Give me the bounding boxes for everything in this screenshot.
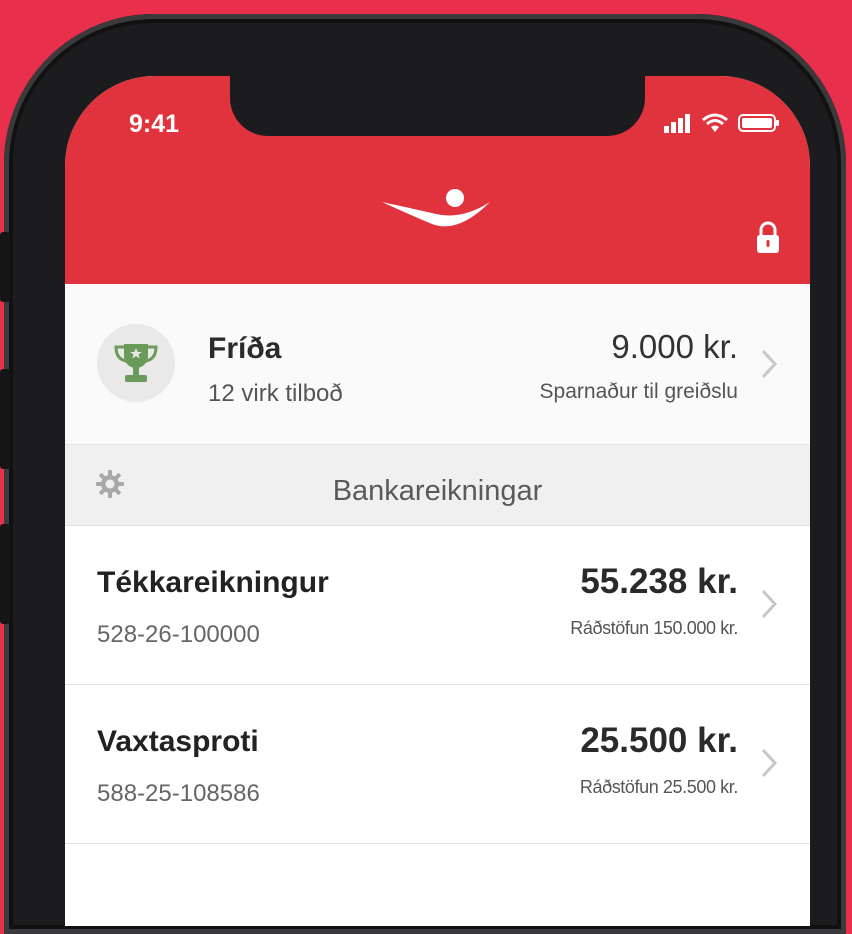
offers-amount-note: Sparnaður til greiðslu <box>539 380 738 403</box>
app-screen: 9:41 Fríða 12 virk tilboð 9.000 kr. Spar… <box>65 76 810 926</box>
volume-down-button <box>0 524 10 624</box>
account-name: Vaxtasproti <box>97 725 259 758</box>
offers-title: Fríða <box>208 332 282 365</box>
account-number: 588-25-108586 <box>97 780 260 807</box>
battery-icon <box>738 114 779 132</box>
app-header: 9:41 <box>65 76 810 284</box>
status-icons <box>664 113 780 133</box>
mute-switch <box>0 232 10 302</box>
account-row-partial[interactable] <box>65 846 810 926</box>
offers-row[interactable]: Fríða 12 virk tilboð 9.000 kr. Sparnaður… <box>65 284 810 445</box>
account-number: 528-26-100000 <box>97 621 260 648</box>
account-available: Ráðstöfun 150.000 kr. <box>570 618 738 638</box>
account-available: Ráðstöfun 25.500 kr. <box>579 777 739 797</box>
account-balance: 25.500 kr. <box>580 721 738 760</box>
offers-amount: 9.000 kr. <box>611 328 738 365</box>
status-time: 9:41 <box>129 110 180 138</box>
bank-logo-icon <box>382 189 490 227</box>
lock-icon[interactable] <box>756 221 780 253</box>
offers-subtitle: 12 virk tilboð <box>208 380 343 407</box>
trophy-icon <box>114 344 158 382</box>
chevron-right-icon <box>761 748 778 778</box>
wifi-icon <box>702 113 728 132</box>
signal-icon <box>664 114 690 133</box>
notch <box>230 76 645 136</box>
account-balance: 55.238 kr. <box>580 562 738 601</box>
section-title: Bankareikningar <box>332 475 543 507</box>
offers-avatar <box>97 324 175 402</box>
account-row[interactable]: Tékkareikningur 528-26-100000 55.238 kr.… <box>65 526 810 685</box>
section-header: Bankareikningar <box>65 445 810 526</box>
volume-up-button <box>0 369 10 469</box>
chevron-right-icon <box>761 349 778 379</box>
phone-frame: 9:41 Fríða 12 virk tilboð 9.000 kr. Spar… <box>0 14 846 934</box>
account-row[interactable]: Vaxtasproti 588-25-108586 25.500 kr. Ráð… <box>65 685 810 844</box>
account-name: Tékkareikningur <box>97 566 329 599</box>
chevron-right-icon <box>761 589 778 619</box>
